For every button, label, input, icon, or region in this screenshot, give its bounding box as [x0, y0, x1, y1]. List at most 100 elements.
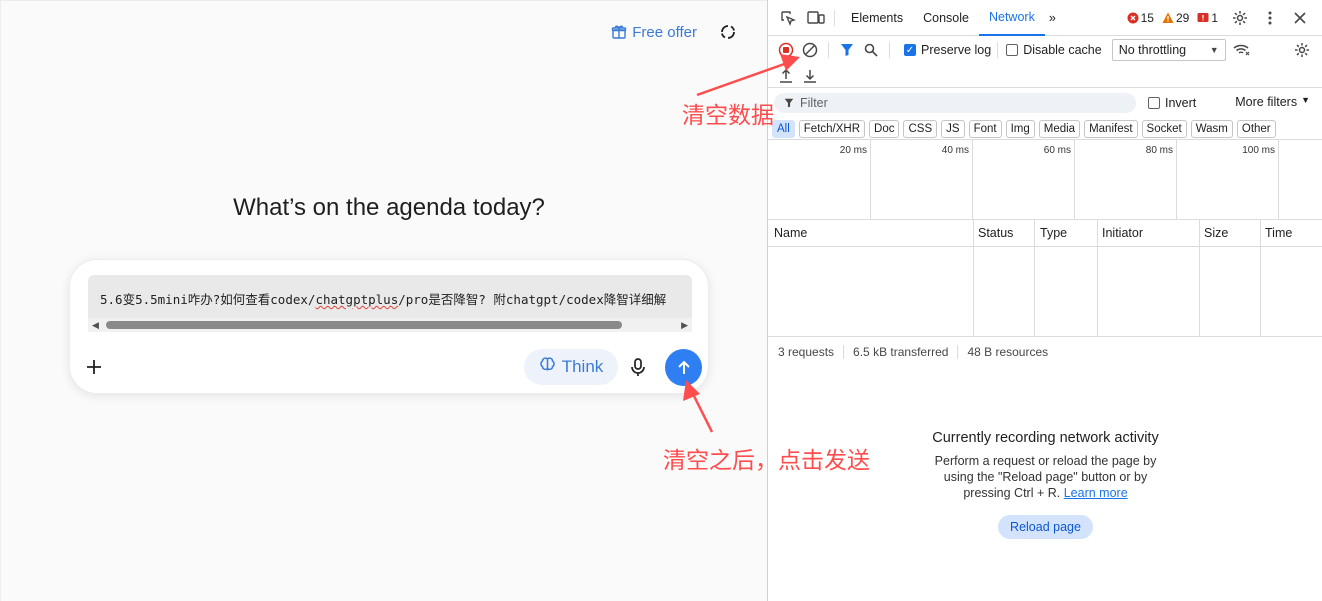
error-icon	[1127, 12, 1139, 24]
stop-recording-icon[interactable]	[774, 38, 798, 62]
more-filters-dropdown[interactable]: More filters ▼	[1235, 95, 1310, 109]
tab-elements[interactable]: Elements	[841, 0, 913, 36]
network-settings-gear-icon[interactable]	[1290, 38, 1314, 62]
add-attachment-button[interactable]	[86, 356, 102, 380]
timeline-tick: 40 ms	[871, 140, 973, 220]
type-filter-socket[interactable]: Socket	[1141, 119, 1187, 138]
timeline-tick-label: 100 ms	[1242, 145, 1275, 156]
import-har-icon[interactable]	[774, 64, 798, 88]
invert-checkbox[interactable]: Invert	[1148, 96, 1196, 110]
send-button[interactable]	[665, 349, 702, 386]
learn-more-link[interactable]: Learn more	[1064, 486, 1128, 500]
filter-funnel-small-icon	[784, 98, 794, 108]
disable-cache-checkbox[interactable]: Disable cache	[1006, 43, 1102, 57]
network-overview-timeline[interactable]: 20 ms 40 ms 60 ms 80 ms 100 ms	[768, 140, 1322, 220]
checkbox-checked-icon: ✓	[904, 44, 916, 56]
filter-input[interactable]: Filter	[774, 93, 1136, 113]
more-filters-label: More filters	[1235, 95, 1298, 109]
timeline-tick-label: 80 ms	[1145, 145, 1173, 156]
type-filter-manifest[interactable]: Manifest	[1084, 119, 1138, 138]
toolbar-separator-3	[997, 42, 999, 58]
column-header-time[interactable]: Time	[1265, 226, 1292, 240]
type-filter-js[interactable]: JS	[941, 119, 965, 138]
tabbar-separator	[834, 9, 835, 26]
microphone-icon	[631, 358, 645, 376]
preserve-log-label: Preserve log	[921, 43, 992, 57]
type-filter-fetch-xhr[interactable]: Fetch/XHR	[798, 119, 866, 138]
column-time: Time	[1261, 220, 1322, 337]
type-filter-wasm[interactable]: Wasm	[1190, 119, 1233, 138]
tab-network[interactable]: Network	[978, 0, 1045, 36]
scroll-right-icon[interactable]: ▶	[681, 320, 688, 331]
toolbar-separator-2	[889, 42, 890, 58]
recording-line-3: pressing Ctrl + R. Learn more	[768, 485, 1322, 501]
reload-page-button[interactable]: Reload page	[998, 515, 1093, 539]
column-name: Name	[768, 220, 974, 337]
type-filter-css[interactable]: CSS	[903, 119, 938, 138]
prompt-input[interactable]: 5.6变5.5mini咋办?如何查看codex/chatgptplus/pro是…	[88, 275, 692, 332]
chevron-down-icon: ▼	[1209, 45, 1219, 55]
transferred-size: 6.5 kB transferred	[853, 345, 949, 359]
network-toolbar: ✓ Preserve log Disable cache No throttli…	[768, 36, 1322, 64]
column-header-status[interactable]: Status	[978, 226, 1013, 240]
microphone-button[interactable]	[629, 357, 647, 382]
type-filter-all[interactable]: All	[772, 119, 795, 138]
close-icon[interactable]	[1288, 6, 1312, 30]
recording-line-3-text: pressing Ctrl + R.	[963, 486, 1061, 500]
warning-badge[interactable]: 29	[1162, 11, 1189, 25]
settings-gear-icon[interactable]	[1228, 6, 1252, 30]
filter-placeholder: Filter	[800, 96, 828, 110]
checkbox-unchecked-icon	[1006, 44, 1019, 56]
column-initiator: Initiator	[1098, 220, 1200, 337]
warning-icon	[1162, 12, 1174, 23]
throttling-select[interactable]: No throttling ▼	[1111, 39, 1226, 61]
plus-icon	[87, 360, 101, 374]
think-button[interactable]: Think	[524, 349, 618, 385]
export-har-icon[interactable]	[798, 64, 822, 88]
chat-app-pane: Free offer What’s on the agenda today? 5…	[0, 0, 767, 601]
prompt-text: 5.6变5.5mini咋办?如何查看codex/chatgptplus/pro是…	[100, 289, 666, 308]
top-right-actions: Free offer	[611, 23, 737, 41]
type-filter-doc[interactable]: Doc	[869, 119, 900, 138]
inspect-element-icon[interactable]	[776, 6, 800, 30]
devtools-panel: Elements Console Network » 15 29 1 ✓ Pre…	[767, 0, 1322, 601]
error-badge[interactable]: 15	[1127, 11, 1154, 25]
type-filter-other[interactable]: Other	[1236, 119, 1276, 138]
more-options-icon[interactable]	[1258, 6, 1282, 30]
network-request-table: Name Status Type Initiator Size Time	[768, 220, 1322, 337]
type-filter-media[interactable]: Media	[1038, 119, 1081, 138]
device-toolbar-icon[interactable]	[804, 6, 828, 30]
invert-label: Invert	[1165, 96, 1197, 110]
gift-icon	[611, 24, 627, 40]
brain-icon	[539, 356, 556, 378]
filter-funnel-icon[interactable]	[835, 38, 859, 62]
chat-composer: 5.6变5.5mini咋办?如何查看codex/chatgptplus/pro是…	[69, 259, 709, 394]
column-header-size[interactable]: Size	[1204, 226, 1228, 240]
issue-badges[interactable]: 15 29 1	[1127, 11, 1218, 25]
horizontal-scrollbar[interactable]: ◀ ▶	[88, 318, 692, 332]
throttling-value: No throttling	[1118, 43, 1187, 57]
preserve-log-checkbox[interactable]: ✓ Preserve log	[904, 43, 991, 57]
column-header-name[interactable]: Name	[774, 226, 807, 240]
more-tabs-icon[interactable]: »	[1045, 0, 1060, 36]
issues-badge[interactable]: 1	[1197, 11, 1218, 25]
arrow-up-icon	[677, 360, 690, 374]
tab-console[interactable]: Console	[913, 0, 979, 36]
column-header-initiator[interactable]: Initiator	[1102, 226, 1143, 240]
column-type: Type	[1035, 220, 1098, 337]
scroll-left-icon[interactable]: ◀	[92, 320, 99, 331]
warning-count: 29	[1175, 11, 1190, 25]
column-header-type[interactable]: Type	[1040, 226, 1067, 240]
timeline-tick: 20 ms	[768, 140, 871, 220]
column-size: Size	[1200, 220, 1261, 337]
search-icon[interactable]	[859, 38, 883, 62]
free-offer-link[interactable]: Free offer	[611, 24, 697, 41]
summary-separator	[843, 345, 845, 359]
type-filter-img[interactable]: Img	[1005, 119, 1035, 138]
clear-log-icon[interactable]	[798, 38, 822, 62]
scrollbar-thumb[interactable]	[106, 321, 622, 329]
loading-spinner-icon	[719, 23, 737, 41]
network-conditions-icon[interactable]	[1230, 38, 1254, 62]
type-filter-font[interactable]: Font	[968, 119, 1002, 138]
error-count: 15	[1140, 11, 1154, 25]
